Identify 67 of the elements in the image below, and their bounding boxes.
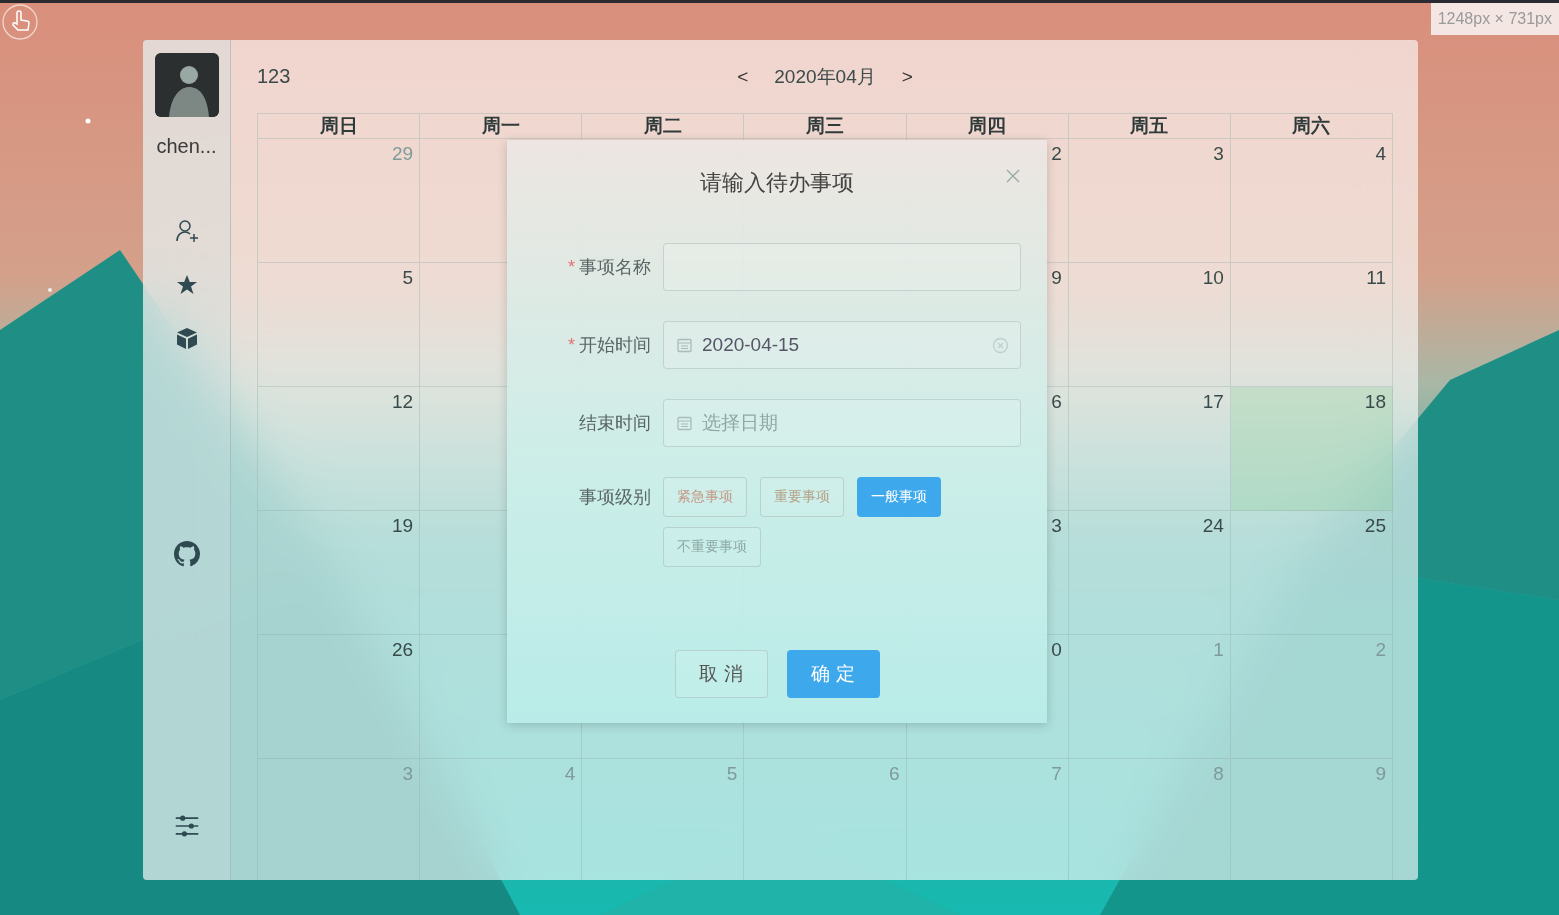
dialog-title: 请输入待办事项 <box>700 169 854 197</box>
next-month-button[interactable]: > <box>897 65 917 88</box>
day-cell[interactable]: 19 <box>258 511 421 635</box>
day-number: 17 <box>1202 391 1224 413</box>
day-number: 12 <box>392 391 414 413</box>
day-cell[interactable]: 26 <box>258 635 421 759</box>
weekday-header: 周四 <box>906 113 1069 139</box>
input-field[interactable] <box>663 243 1021 291</box>
weekday-header: 周二 <box>582 113 745 139</box>
day-cell[interactable]: 5 <box>258 263 421 387</box>
day-cell[interactable]: 12 <box>258 387 421 511</box>
day-number: 26 <box>392 639 414 661</box>
field-label: * 事项名称 <box>568 256 651 279</box>
day-number: 24 <box>1202 515 1224 537</box>
day-cell[interactable]: 17 <box>1068 387 1231 511</box>
day-cell[interactable]: 10 <box>1068 263 1231 387</box>
user-name: chen... <box>156 135 217 158</box>
day-number: 11 <box>1366 267 1386 289</box>
avatar <box>154 53 219 117</box>
day-cell[interactable]: 24 <box>1068 511 1231 635</box>
date-field[interactable]: 2020-04-15 <box>663 321 1021 369</box>
day-number: 3 <box>402 763 414 785</box>
field-label: 结束时间 <box>579 412 651 435</box>
previous-month-button[interactable]: < <box>733 65 753 88</box>
month-label: 2020年04月 <box>774 64 876 89</box>
day-number: 9 <box>1051 267 1062 289</box>
day-number: 4 <box>1375 143 1386 165</box>
size-badge: 1248px × 731px <box>1430 3 1559 35</box>
day-number: 25 <box>1364 515 1386 537</box>
weekday-header: 周日 <box>258 113 421 139</box>
day-number: 3 <box>1051 515 1062 537</box>
calendar-icon <box>677 416 692 431</box>
day-number: 4 <box>564 763 576 785</box>
day-cell[interactable]: 4 <box>1230 139 1393 263</box>
day-number: 1 <box>1213 639 1224 661</box>
day-number: 29 <box>392 143 414 165</box>
field-label: * 开始时间 <box>568 334 651 357</box>
day-cell[interactable]: 18 <box>1230 387 1393 511</box>
day-number: 18 <box>1364 391 1386 413</box>
day-number: 6 <box>889 763 900 785</box>
github-icon[interactable] <box>173 541 200 567</box>
weekday-header: 周五 <box>1068 113 1231 139</box>
weekday-header: 周三 <box>744 113 907 139</box>
day-number: 2 <box>1051 143 1062 165</box>
day-number: 5 <box>726 763 738 785</box>
day-number: 19 <box>392 515 414 537</box>
day-number: 2 <box>1375 639 1386 661</box>
day-number: 3 <box>1213 143 1224 165</box>
sliders-icon[interactable] <box>173 813 200 839</box>
date-field[interactable]: 选择日期 <box>663 399 1021 447</box>
weekday-header: 周六 <box>1230 113 1393 139</box>
cancel-button[interactable]: 取 消 <box>674 650 768 698</box>
field-label: 事项级别 <box>579 486 651 509</box>
day-number: 0 <box>1051 639 1062 661</box>
day-cell[interactable]: 11 <box>1230 263 1393 387</box>
day-number: 8 <box>1213 763 1224 785</box>
day-number: 9 <box>1375 763 1386 785</box>
day-number: 7 <box>1051 763 1062 785</box>
add-user-icon[interactable] <box>173 218 200 244</box>
day-number: 6 <box>1051 391 1062 413</box>
day-cell[interactable]: 3 <box>1068 139 1231 263</box>
calendar-icon <box>677 338 692 353</box>
calendar-title: 123 <box>257 65 291 88</box>
day-number: 10 <box>1202 267 1224 289</box>
day-number: 5 <box>402 267 414 289</box>
day-cell[interactable]: 25 <box>1230 511 1393 635</box>
weekday-header: 周一 <box>420 113 583 139</box>
